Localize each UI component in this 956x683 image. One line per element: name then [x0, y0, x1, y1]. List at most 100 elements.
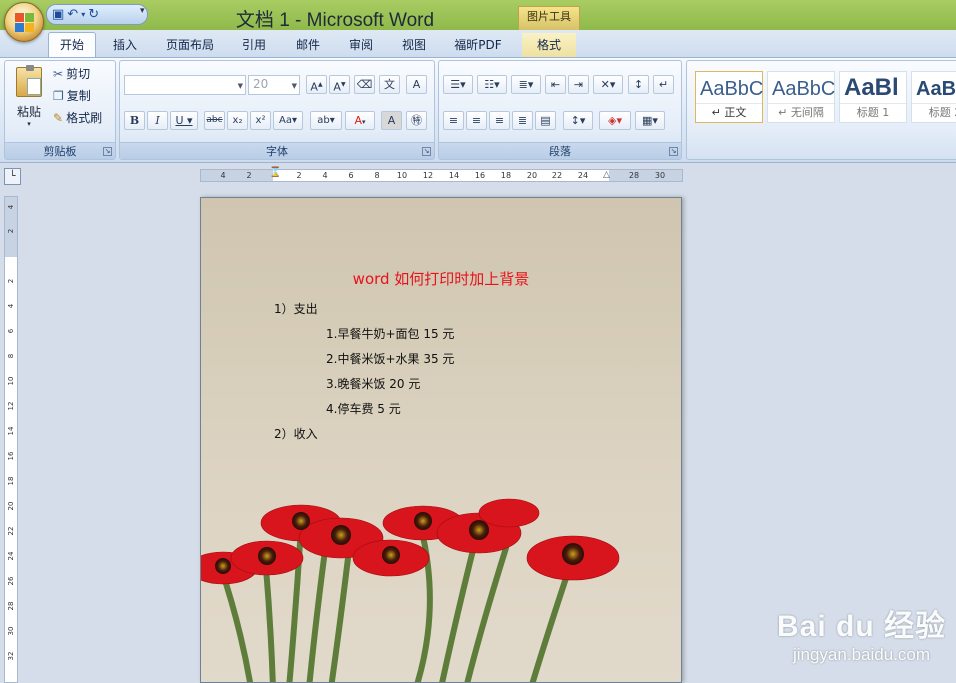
show-marks-icon[interactable]: ↵: [653, 75, 674, 94]
ruler-tick-label: 20: [7, 501, 15, 511]
enclose-char-icon[interactable]: ㊕: [406, 111, 427, 130]
paragraph-group: ☰▾ ☷▾ ≣▾ ⇤ ⇥ ✕▾ ↕ ↵ ≡ ≡ ≡ ≣ ▤ ↕▾ ◈▾ ▦▾ 段…: [438, 60, 682, 160]
ruler-tick-label: 10: [396, 171, 408, 180]
borders-icon[interactable]: ▦▾: [635, 111, 665, 130]
numbering-icon[interactable]: ☷▾: [477, 75, 507, 94]
picture-tools-context: 图片工具: [518, 6, 580, 30]
vertical-ruler[interactable]: 4 2 2 4 6 8 10 12 14 16 18 20 22 24 26 2…: [4, 196, 18, 683]
cut-button[interactable]: ✂ 剪切: [53, 65, 90, 84]
tab-insert[interactable]: 插入: [103, 33, 147, 58]
document-page[interactable]: word 如何打印时加上背景 1）支出 1.早餐牛奶+面包 15 元 2.中餐米…: [200, 197, 682, 683]
bold-icon[interactable]: B: [124, 111, 145, 130]
font-group-label: 字体: [120, 142, 434, 159]
ruler-tick-label: 26: [7, 576, 15, 586]
doc-line[interactable]: 4.停车费 5 元: [326, 400, 401, 417]
grow-font-icon[interactable]: A▲: [306, 75, 327, 94]
italic-icon[interactable]: I: [147, 111, 168, 130]
font-launcher-icon[interactable]: ↘: [422, 147, 431, 156]
copy-button[interactable]: ❐ 复制: [53, 87, 91, 106]
format-painter-button[interactable]: ✎ 格式刷: [53, 109, 102, 128]
font-size-combo[interactable]: 20 ▼: [248, 75, 300, 95]
increase-indent-icon[interactable]: ⇥: [568, 75, 589, 94]
multilevel-list-icon[interactable]: ≣▾: [511, 75, 541, 94]
tab-mailings[interactable]: 邮件: [286, 33, 330, 58]
ruler-tick-label: 22: [7, 526, 15, 536]
style-no-spacing[interactable]: AaBbC ↵ 无间隔: [767, 71, 835, 123]
char-shading-icon[interactable]: A: [381, 111, 402, 130]
tab-selector-button[interactable]: └: [4, 168, 21, 185]
align-right-icon[interactable]: ≡: [489, 111, 510, 130]
ruler-tick-label: 14: [448, 171, 460, 180]
change-case-icon[interactable]: Aa▾: [273, 111, 303, 130]
ruler-tick-label: 24: [577, 171, 589, 180]
font-group: ▼ 20 ▼ A▲ A▼ ⌫ 文 A B I U ▾ abc x₂ x² Aa▾…: [119, 60, 435, 160]
paste-button[interactable]: 粘贴 ▾: [13, 65, 45, 131]
char-border-icon[interactable]: A: [406, 75, 427, 94]
paragraph-launcher-icon[interactable]: ↘: [669, 147, 678, 156]
align-left-icon[interactable]: ≡: [443, 111, 464, 130]
tab-review[interactable]: 审阅: [339, 33, 383, 58]
distribute-icon[interactable]: ▤: [535, 111, 556, 130]
style-name: 标题 1: [840, 103, 906, 120]
paste-label: 粘贴: [16, 105, 41, 119]
watermark-url: jingyan.baidu.com: [792, 645, 930, 664]
clear-format-icon[interactable]: ⌫: [354, 75, 375, 94]
ruler-tick-label: 20: [526, 171, 538, 180]
tab-home[interactable]: 开始: [48, 32, 96, 59]
tab-view[interactable]: 视图: [392, 33, 436, 58]
ruler-tick-label: 18: [7, 476, 15, 486]
office-button[interactable]: [4, 2, 44, 42]
underline-icon[interactable]: U ▾: [170, 111, 198, 130]
tab-foxit-pdf[interactable]: 福昕PDF: [446, 33, 510, 58]
ruler-tick-label: 32: [7, 651, 15, 661]
first-line-indent-marker-icon[interactable]: ⌛: [269, 167, 281, 178]
doc-line[interactable]: 3.晚餐米饭 20 元: [326, 375, 420, 392]
tab-page-layout[interactable]: 页面布局: [160, 33, 220, 58]
document-title[interactable]: word 如何打印时加上背景: [201, 268, 681, 289]
decrease-indent-icon[interactable]: ⇤: [545, 75, 566, 94]
right-indent-marker-icon[interactable]: △: [603, 170, 610, 180]
style-heading-2[interactable]: AaBl 标题 2: [911, 71, 956, 123]
tab-references[interactable]: 引用: [232, 33, 276, 58]
style-sample: AaBbC: [772, 78, 836, 100]
line-spacing-icon[interactable]: ↕▾: [563, 111, 593, 130]
superscript-icon[interactable]: x²: [250, 111, 271, 130]
style-name: ↵ 正文: [696, 103, 762, 120]
subscript-icon[interactable]: x₂: [227, 111, 248, 130]
doc-line[interactable]: 1）支出: [274, 300, 318, 317]
doc-line[interactable]: 2）收入: [274, 425, 318, 442]
paste-dropdown-icon: ▾: [27, 120, 31, 128]
align-center-icon[interactable]: ≡: [466, 111, 487, 130]
clipboard-group-label: 剪贴板: [5, 142, 115, 159]
paste-icon: [16, 65, 42, 97]
font-color-icon[interactable]: A▾: [345, 111, 375, 130]
shading-icon[interactable]: ◈▾: [599, 111, 631, 130]
phonetic-guide-icon[interactable]: 文: [379, 75, 400, 94]
doc-line[interactable]: 2.中餐米饭+水果 35 元: [326, 350, 454, 367]
style-sample: AaBbC: [700, 78, 764, 100]
strikethrough-icon[interactable]: abc: [204, 111, 225, 130]
watermark-logo: Bai du 经验: [776, 610, 946, 643]
chinese-layout-icon[interactable]: ✕▾: [593, 75, 623, 94]
ruler-tick-label: 4: [220, 171, 226, 180]
style-heading-1[interactable]: AaBl 标题 1: [839, 71, 907, 123]
sort-icon[interactable]: ↕: [628, 75, 649, 94]
shrink-font-icon[interactable]: A▼: [329, 75, 350, 94]
cut-label: 剪切: [66, 67, 91, 81]
highlight-icon[interactable]: ab▾: [310, 111, 342, 130]
justify-icon[interactable]: ≣: [512, 111, 533, 130]
scissors-icon: ✂: [53, 67, 64, 81]
ruler-tick-label: 4: [7, 204, 15, 210]
chevron-down-icon: ▼: [291, 82, 297, 90]
horizontal-ruler[interactable]: 4 2 2 4 6 8 10 12 14 16 18 20 22 24 28 3…: [200, 167, 683, 182]
clipboard-launcher-icon[interactable]: ↘: [103, 147, 112, 156]
ruler-tick-label: 12: [422, 171, 434, 180]
bullets-icon[interactable]: ☰▾: [443, 75, 473, 94]
font-family-combo[interactable]: ▼: [124, 75, 246, 95]
ruler-tick-label: 16: [474, 171, 486, 180]
clipboard-group: 粘贴 ▾ ✂ 剪切 ❐ 复制 ✎ 格式刷 剪贴板 ↘: [4, 60, 116, 160]
ruler-tick-label: 12: [7, 401, 15, 411]
tab-format[interactable]: 格式: [522, 33, 576, 58]
style-normal[interactable]: AaBbC ↵ 正文: [695, 71, 763, 123]
doc-line[interactable]: 1.早餐牛奶+面包 15 元: [326, 325, 454, 342]
